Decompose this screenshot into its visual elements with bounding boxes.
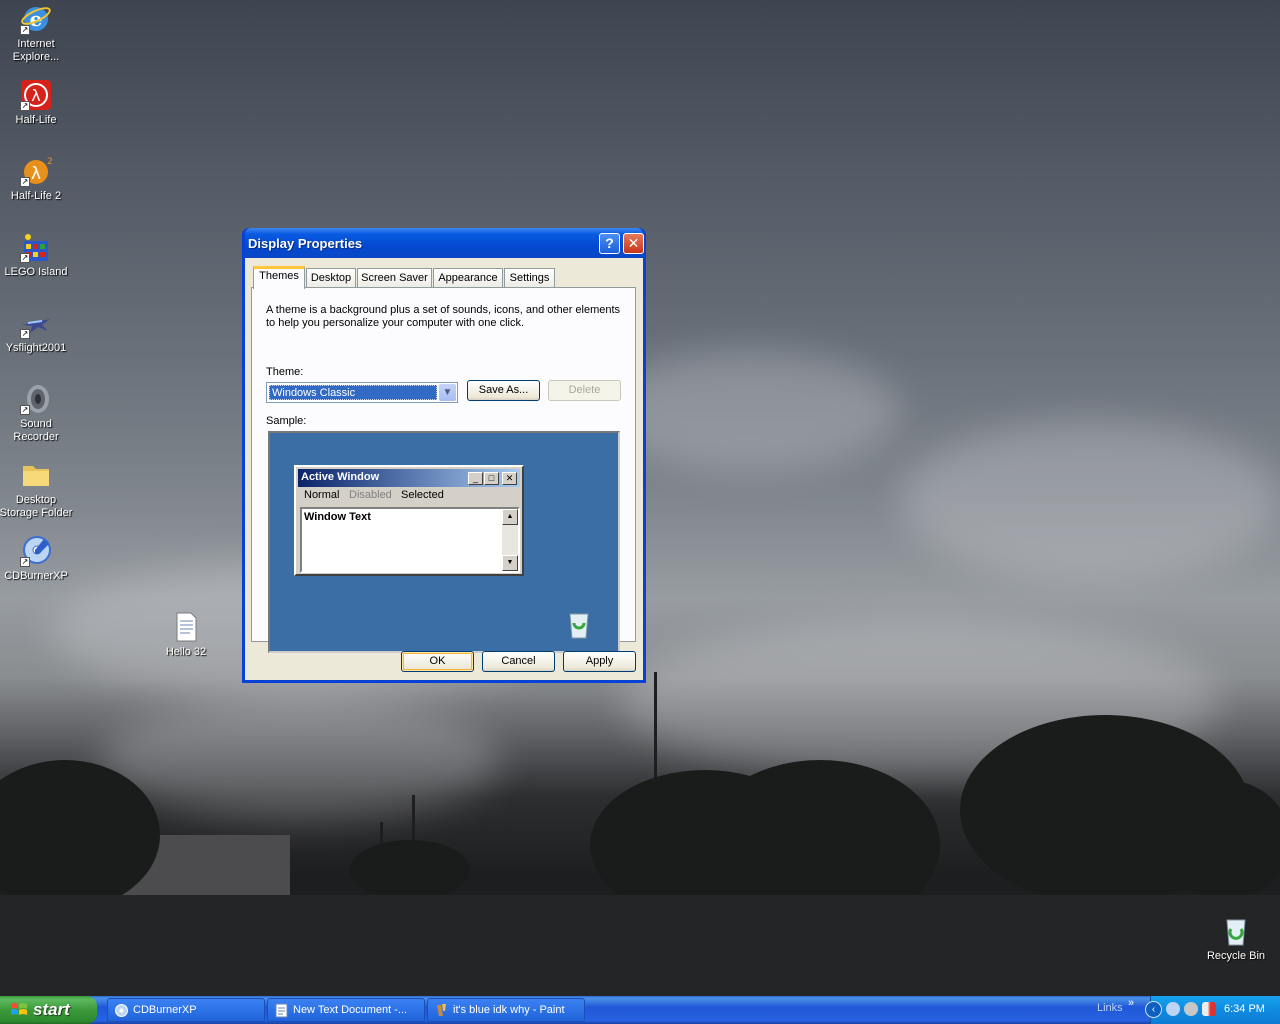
desktop-icon-internet-explorer[interactable]: e ↗ Internet Explore... — [0, 3, 73, 64]
tray-expand-chevron-icon[interactable]: ‹ — [1145, 1001, 1162, 1018]
taskbar-button-label: New Text Document -... — [293, 1004, 408, 1016]
svg-text:2: 2 — [47, 157, 52, 167]
save-as-button[interactable]: Save As... — [467, 380, 540, 401]
desktop-icon-label: CDBurnerXP — [4, 570, 68, 582]
theme-sample-preview: Active Window _ □ ✕ Normal Disabled Sele… — [268, 431, 620, 653]
sample-window-title-text: Active Window — [301, 471, 380, 483]
half-life-icon: λ ↗ — [20, 79, 52, 111]
system-tray: ‹ 6:34 PM — [1145, 996, 1280, 1024]
desktop-icon-label: Internet Explore... — [12, 38, 60, 63]
cdburnerxp-icon: ↗ — [20, 535, 52, 567]
theme-description: A theme is a background plus a set of so… — [266, 304, 621, 329]
tab-appearance[interactable]: Appearance — [433, 268, 503, 288]
tab-screen-saver[interactable]: Screen Saver — [357, 268, 432, 288]
help-button[interactable]: ? — [599, 233, 620, 254]
start-label: start — [33, 1000, 70, 1019]
desktop-icon-label: Half-Life — [15, 114, 57, 126]
tab-desktop[interactable]: Desktop — [306, 268, 356, 288]
desktop-icon-hello-32[interactable]: Hello 32 — [149, 611, 223, 659]
close-button[interactable]: ✕ — [623, 233, 644, 254]
lego-island-icon: ↗ — [20, 231, 52, 263]
theme-dropdown-value: Windows Classic — [269, 385, 437, 400]
start-button[interactable]: start — [0, 996, 97, 1024]
desktop-icon-label: Half-Life 2 — [10, 190, 62, 202]
cdburnerxp-tray-icon[interactable] — [1166, 1002, 1180, 1016]
desktop-icon-label: Hello 32 — [165, 646, 207, 658]
sound-recorder-icon: ↗ — [20, 383, 52, 415]
desktop-icon-half-life[interactable]: λ ↗ Half-Life — [0, 79, 73, 127]
sample-window-text: Window Text — [304, 511, 371, 523]
scroll-up-icon: ▲ — [502, 509, 518, 525]
windows-logo-icon — [10, 1002, 28, 1018]
taskbar-button-label: it's blue idk why - Paint — [453, 1004, 565, 1016]
delete-button[interactable]: Delete — [548, 380, 621, 401]
maximize-icon: □ — [484, 472, 499, 485]
window-title: Display Properties — [248, 236, 363, 251]
recycle-bin-icon — [1220, 915, 1252, 947]
minimize-icon: _ — [468, 472, 483, 485]
taskbar-button-label: CDBurnerXP — [133, 1004, 197, 1016]
scroll-down-icon: ▼ — [502, 555, 518, 571]
volume-icon[interactable] — [1202, 1002, 1216, 1016]
taskbar-button-paint[interactable]: it's blue idk why - Paint — [427, 998, 585, 1022]
sample-window-text-area: Window Text ▲ ▼ — [300, 507, 520, 573]
cancel-button[interactable]: Cancel — [482, 651, 555, 672]
tab-settings[interactable]: Settings — [504, 268, 555, 288]
sample-menu-selected: Selected — [401, 489, 444, 501]
close-icon: ✕ — [502, 472, 517, 485]
taskbar: start CDBurnerXP New Text Document -... … — [0, 996, 1280, 1024]
desktop-icon-cdburnerxp[interactable]: ↗ CDBurnerXP — [0, 535, 73, 583]
internet-explorer-icon: e ↗ — [20, 3, 52, 35]
svg-text:λ: λ — [31, 86, 40, 105]
desktop-icon-label: Ysflight2001 — [5, 342, 67, 354]
half-life-2-icon: λ2 ↗ — [20, 157, 53, 187]
theme-dropdown[interactable]: Windows Classic ▼ — [266, 382, 458, 403]
clock[interactable]: 6:34 PM — [1224, 1003, 1265, 1015]
sample-active-window: Active Window _ □ ✕ Normal Disabled Sele… — [294, 465, 524, 576]
taskbar-button-notepad[interactable]: New Text Document -... — [267, 998, 425, 1022]
sample-scrollbar: ▲ ▼ — [502, 509, 518, 571]
desktop-icon-sound-recorder[interactable]: ↗ Sound Recorder — [0, 383, 73, 444]
paint-icon — [434, 1003, 449, 1018]
ok-button[interactable]: OK — [401, 651, 474, 672]
cdburnerxp-icon — [114, 1003, 129, 1018]
tab-themes[interactable]: Themes — [253, 266, 305, 289]
desktop-icon-label: LEGO Island — [4, 266, 68, 278]
notepad-icon — [274, 1003, 289, 1018]
sound-recorder-tray-icon[interactable] — [1184, 1002, 1198, 1016]
text-document-icon — [170, 611, 202, 643]
help-icon: ? — [605, 235, 614, 251]
chevron-down-icon[interactable]: ▼ — [439, 384, 456, 401]
sample-menu-normal: Normal — [304, 489, 340, 501]
svg-text:λ: λ — [31, 164, 41, 184]
desktop-icon-storage-folder[interactable]: Desktop Storage Folder — [0, 459, 73, 520]
desktop-icon-half-life-2[interactable]: λ2 ↗ Half-Life 2 — [0, 155, 73, 203]
desktop-icon-label: Desktop Storage Folder — [0, 494, 73, 519]
desktop-icon-ysflight[interactable]: ↗ Ysflight2001 — [0, 307, 73, 355]
links-toolbar-label[interactable]: Links — [1097, 1002, 1123, 1014]
desktop-icon-label: Recycle Bin — [1206, 950, 1266, 962]
theme-label: Theme: — [266, 366, 304, 378]
close-icon: ✕ — [627, 235, 640, 251]
title-bar[interactable]: Display Properties ? ✕ — [245, 228, 644, 258]
desktop-icon-lego-island[interactable]: ↗ LEGO Island — [0, 231, 73, 279]
apply-button[interactable]: Apply — [563, 651, 636, 672]
ysflight-icon: ↗ — [20, 307, 52, 339]
themes-panel: A theme is a background plus a set of so… — [251, 287, 636, 653]
taskbar-button-cdburnerxp[interactable]: CDBurnerXP — [107, 998, 265, 1022]
sample-menu-disabled: Disabled — [349, 489, 392, 501]
sample-label: Sample: — [266, 415, 307, 427]
folder-icon — [20, 459, 52, 491]
display-properties-dialog: Display Properties ? ✕ Themes Desktop Sc… — [242, 228, 646, 683]
dialog-body: Themes Desktop Screen Saver Appearance S… — [245, 258, 643, 680]
links-chevron-icon[interactable]: » — [1128, 997, 1134, 1009]
sample-recycle-bin-icon — [566, 611, 592, 639]
desktop-icon-label: Sound Recorder — [13, 418, 59, 443]
desktop-icon-recycle-bin[interactable]: Recycle Bin — [1199, 915, 1273, 963]
